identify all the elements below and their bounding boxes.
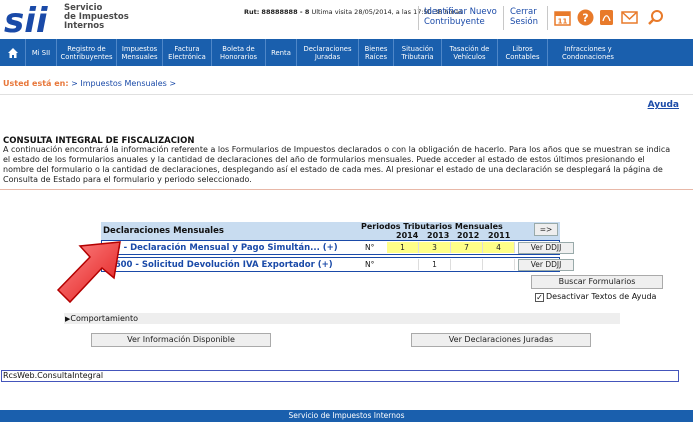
rcs-label: RcsWeb.ConsultaIntegral [1,370,679,382]
nav-item-renta[interactable]: Renta [266,39,297,66]
page-description: A continuación encontrará la información… [3,145,671,184]
count-cell-2012[interactable]: 7 [451,242,483,253]
disable-help-label: Desactivar Textos de Ayuda [546,292,657,301]
footer: Servicio de Impuestos Internos [0,410,693,422]
table-row: F29 - Declaración Mensual y Pago Simultá… [101,240,574,255]
divider [0,94,693,95]
calendar-icon[interactable]: 11 [554,9,571,26]
view-available-info-button[interactable]: Ver Información Disponible [91,333,271,347]
svg-text:sii: sii [4,2,49,36]
nav-item-boleta[interactable]: Boleta de Honorarios [212,39,266,66]
next-periods-button[interactable]: => [534,223,558,236]
count-cell-2012[interactable] [451,259,483,270]
help-link[interactable]: Ayuda [648,100,679,110]
count-cell-2013[interactable]: 3 [419,242,451,253]
header-divider [547,6,548,30]
nav-item-impuestos-mensuales[interactable]: Impuestos Mensuales [117,39,163,66]
count-cell-2014[interactable] [387,259,419,270]
header-divider [503,6,504,30]
search-forms-button[interactable]: Buscar Formularios [531,275,663,289]
nav-item-declaraciones-juradas[interactable]: Declaraciones Juradas [297,39,359,66]
logout-link[interactable]: Cerrar Sesión [510,7,538,27]
nav-item-mi-sii[interactable]: Mi SII [26,39,57,66]
nav-item-infracciones[interactable]: Infracciones y Condonaciones [548,39,628,66]
count-cell-2014[interactable]: 1 [387,242,419,253]
main-nav: Mi SII Registro de Contribuyentes Impuest… [0,39,693,66]
year-header: 2012 [457,231,480,240]
svg-text:?: ? [582,12,588,25]
mail-icon[interactable] [621,9,638,26]
nav-item-bienes-raices[interactable]: Bienes Raíces [359,39,394,66]
view-ddjj-button[interactable]: Ver DDJJ [518,259,574,271]
view-ddjj-button[interactable]: Ver DDJJ [518,242,574,254]
disable-help-row: ✓ Desactivar Textos de Ayuda [535,292,656,302]
pdf-icon[interactable] [598,9,615,26]
table-header: Declaraciones Mensuales Periodos Tributa… [101,222,560,240]
header-divider [418,6,419,30]
year-header: 2013 [427,231,450,240]
year-header: 2011 [488,231,511,240]
count-cell-2011[interactable]: 4 [483,242,515,253]
pointer-arrow-icon [56,241,121,304]
disable-help-checkbox[interactable]: ✓ [535,293,544,302]
nav-item-factura[interactable]: Factura Electrónica [163,39,212,66]
breadcrumb-link-impuestos-mensuales[interactable]: > Impuestos Mensuales > [71,79,176,88]
form-link-f4600[interactable]: F4600 - Solicitud Devolución IVA Exporta… [103,260,333,270]
table-header-label: Declaraciones Mensuales [103,226,224,236]
sii-logo[interactable]: sii [4,2,62,36]
site-header: sii Servicio de Impuestos Internos Rut: … [0,0,693,38]
periods-header: Periodos Tributarios Mensuales [361,222,503,231]
num-label: N° [365,260,375,269]
svg-text:11: 11 [558,18,568,26]
behaviour-section[interactable]: ▶Comportamiento [64,313,620,324]
help-icon[interactable]: ? [577,9,594,26]
home-icon [7,47,18,58]
divider [0,189,693,190]
breadcrumb-label: Usted está en: [3,79,69,88]
nav-item-tasacion[interactable]: Tasación de Vehículos [442,39,498,66]
nav-item-libros-contables[interactable]: Libros Contables [498,39,548,66]
view-sworn-declarations-button[interactable]: Ver Declaraciones Juradas [411,333,591,347]
nav-item-registro[interactable]: Registro de Contribuyentes [57,39,117,66]
home-nav-button[interactable] [0,39,26,66]
breadcrumb: Usted está en: > Impuestos Mensuales > [3,79,176,88]
identify-taxpayer-link[interactable]: Identificar Nuevo Contribuyente [424,7,497,27]
count-cell-2011[interactable] [483,259,515,270]
year-header: 2014 [396,231,419,240]
count-cell-2013[interactable]: 1 [419,259,451,270]
nav-item-situacion-tributaria[interactable]: Situación Tributaria [394,39,442,66]
behaviour-label: Comportamiento [70,314,139,323]
table-row: F4600 - Solicitud Devolución IVA Exporta… [101,257,574,272]
logo-text: Servicio de Impuestos Internos [64,3,129,31]
search-icon[interactable] [647,9,664,26]
form-link-f29[interactable]: F29 - Declaración Mensual y Pago Simultá… [103,243,338,253]
num-label: N° [365,243,375,252]
